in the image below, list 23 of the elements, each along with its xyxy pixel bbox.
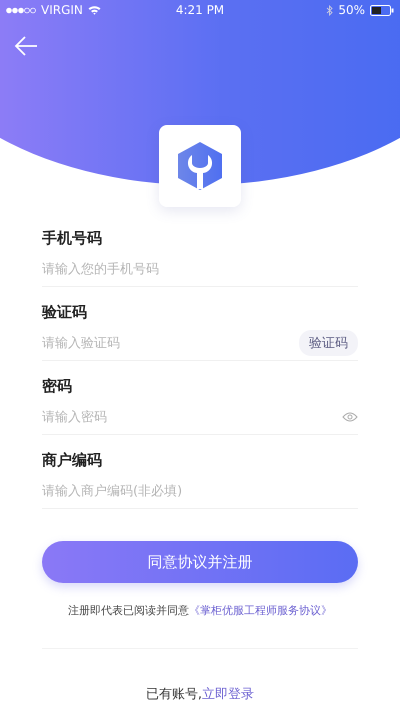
get-code-button[interactable]: 验证码 — [299, 330, 358, 356]
field-label: 验证码 — [42, 303, 88, 322]
register-button[interactable]: 同意协议并注册 — [42, 541, 358, 583]
login-prompt: 已有账号,立即登录 — [144, 686, 256, 703]
input-field[interactable]: 请输入商户编码(非必填) — [42, 484, 358, 498]
bluetooth-icon — [326, 4, 334, 16]
carrier-name: VIRGIN — [41, 3, 83, 17]
input-field[interactable]: 请输入您的手机号码 — [42, 262, 358, 276]
login-link[interactable]: 立即登录 — [202, 687, 254, 702]
input-field[interactable]: 请输入密码 — [42, 410, 342, 424]
signal-icon — [6, 6, 36, 14]
battery-icon — [370, 4, 394, 16]
back-button[interactable] — [12, 34, 40, 58]
eye-icon[interactable] — [342, 412, 358, 422]
clock-time: 4:21 PM — [176, 3, 224, 17]
agreement-link[interactable]: 《掌柜优服工程师服务协议》 — [189, 604, 332, 617]
field-label: 密码 — [42, 377, 73, 396]
field-label: 手机号码 — [42, 229, 103, 248]
wifi-icon — [88, 5, 101, 15]
input-field[interactable]: 请输入验证码 — [42, 336, 299, 350]
battery-percent: 50% — [338, 3, 365, 17]
agreement-text: 注册即代表已阅读并同意《掌柜优服工程师服务协议》 — [67, 603, 333, 618]
field-label: 商户编码 — [42, 451, 103, 470]
